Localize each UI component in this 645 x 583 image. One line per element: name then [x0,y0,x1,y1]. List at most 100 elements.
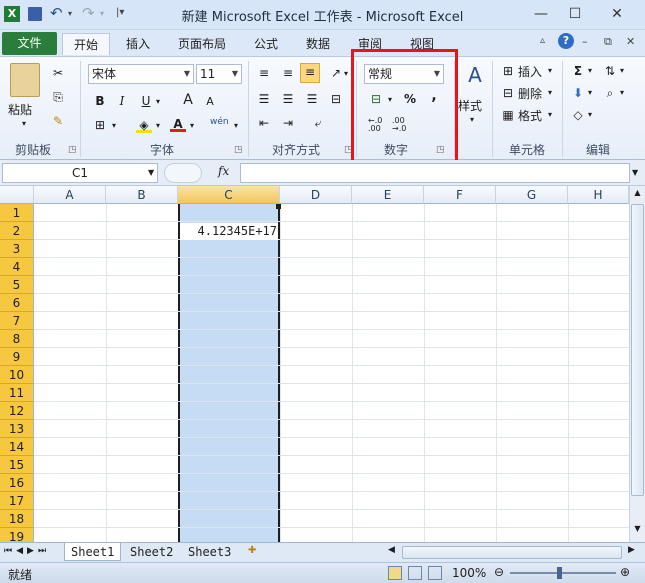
vertical-scrollbar[interactable]: ▲ ▼ [629,186,645,542]
fill-color-icon[interactable]: ◈ [136,117,152,133]
underline-button[interactable]: U [138,93,154,109]
fill-dropdown-icon[interactable]: ▾ [588,88,592,97]
row-header-9[interactable]: 9 [0,348,34,366]
page-break-view-icon[interactable] [428,566,442,580]
column-header-a[interactable]: A [34,186,106,204]
page-layout-view-icon[interactable] [408,566,422,580]
row-header-12[interactable]: 12 [0,402,34,420]
maximize-button[interactable]: ☐ [558,2,592,26]
format-cells-icon[interactable]: ▦ [500,107,516,123]
paste-button[interactable]: 粘贴 [8,101,32,118]
row-header-11[interactable]: 11 [0,384,34,402]
row-header-7[interactable]: 7 [0,312,34,330]
doc-close-button[interactable]: ✕ [626,35,635,48]
insert-dropdown-icon[interactable]: ▾ [548,66,552,75]
underline-dropdown-icon[interactable]: ▾ [156,97,160,106]
close-button[interactable]: ✕ [600,2,634,26]
column-header-f[interactable]: F [424,186,496,204]
align-bottom-icon[interactable]: ≡ [300,63,320,83]
autosum-button[interactable]: Σ [570,63,586,79]
paste-dropdown-icon[interactable]: ▾ [22,119,26,128]
tab-page-layout[interactable]: 页面布局 [170,33,234,55]
borders-icon[interactable]: ⊞ [92,117,108,133]
column-header-b[interactable]: B [106,186,178,204]
orientation-icon[interactable]: ↗ [328,65,344,81]
insert-cells-icon[interactable]: ⊞ [500,63,516,79]
column-header-e[interactable]: E [352,186,424,204]
row-header-2[interactable]: 2 [0,222,34,240]
formula-input[interactable] [240,163,630,183]
align-center-icon[interactable]: ☰ [280,91,296,107]
column-header-h[interactable]: H [568,186,629,204]
delete-dropdown-icon[interactable]: ▾ [548,88,552,97]
align-middle-icon[interactable]: ≡ [280,65,296,81]
column-header-g[interactable]: G [496,186,568,204]
normal-view-icon[interactable] [388,566,402,580]
row-header-17[interactable]: 17 [0,492,34,510]
borders-dropdown-icon[interactable]: ▾ [112,121,116,130]
wrap-text-icon[interactable]: ⤶ [310,115,326,131]
zoom-slider-track[interactable] [510,572,616,574]
styles-icon[interactable]: A [462,63,488,89]
name-box-dropdown-icon[interactable]: ▼ [148,168,154,177]
delete-cells-button[interactable]: 删除 [518,85,542,102]
phonetic-dropdown-icon[interactable]: ▾ [234,121,238,130]
column-header-d[interactable]: D [280,186,352,204]
row-header-13[interactable]: 13 [0,420,34,438]
cell-c2[interactable]: 4.12345E+17 [180,223,278,240]
font-name-combo[interactable]: 宋体 ▼ [88,64,194,84]
row-header-4[interactable]: 4 [0,258,34,276]
doc-restore-button[interactable]: ⧉ [604,35,612,49]
font-color-icon[interactable]: A [170,116,186,132]
fill-handle[interactable] [276,204,281,209]
formula-bar-resize-handle[interactable] [164,163,202,183]
fill-color-dropdown-icon[interactable]: ▾ [156,121,160,130]
styles-button[interactable]: 样式 [458,97,482,114]
minimize-button[interactable]: — [524,2,558,26]
bold-button[interactable]: B [92,93,108,109]
grow-font-button[interactable]: A [180,92,196,108]
clear-icon[interactable]: ◇ [570,107,586,123]
row-header-1[interactable]: 1 [0,204,34,222]
find-select-icon[interactable]: ⌕ [602,85,618,101]
copy-icon[interactable]: ⎘ [50,89,66,105]
clear-dropdown-icon[interactable]: ▾ [588,110,592,119]
clipboard-launcher-icon[interactable]: ◳ [68,145,77,155]
row-header-18[interactable]: 18 [0,510,34,528]
tab-home[interactable]: 开始 [62,33,110,55]
sheet-tab-1[interactable]: Sheet1 [64,543,122,561]
row-header-14[interactable]: 14 [0,438,34,456]
row-header-5[interactable]: 5 [0,276,34,294]
help-icon[interactable]: ? [558,33,574,49]
sheet-tab-2[interactable]: Sheet2 [124,543,179,561]
styles-dropdown-icon[interactable]: ▾ [470,115,474,124]
align-top-icon[interactable]: ≡ [256,65,272,81]
sheet-tab-3[interactable]: Sheet3 [182,543,237,561]
insert-cells-button[interactable]: 插入 [518,63,542,80]
row-header-3[interactable]: 3 [0,240,34,258]
font-size-combo[interactable]: 11 ▼ [196,64,242,84]
select-all-corner[interactable] [0,186,34,204]
scroll-up-icon[interactable]: ▲ [631,188,644,202]
horizontal-scroll-thumb[interactable] [402,546,622,559]
row-header-16[interactable]: 16 [0,474,34,492]
zoom-out-button[interactable]: ⊖ [494,565,504,579]
tab-file[interactable]: 文件 [2,32,57,55]
paste-icon[interactable] [10,63,40,97]
find-dropdown-icon[interactable]: ▾ [620,88,624,97]
tab-insert[interactable]: 插入 [118,33,158,55]
worksheet-grid[interactable]: A B C D E F G H 1 2 3 4 5 6 7 8 9 10 11 12 13 14 15 16 1… [0,186,629,542]
zoom-level[interactable]: 100% [452,566,486,580]
name-box[interactable]: C1 [2,163,158,183]
row-header-10[interactable]: 10 [0,366,34,384]
doc-minimize-button[interactable]: – [582,35,588,48]
zoom-slider-thumb[interactable] [557,567,562,579]
cut-icon[interactable]: ✂ [50,65,66,81]
collapse-ribbon-icon[interactable]: ▵ [540,35,545,46]
align-left-icon[interactable]: ☰ [256,91,272,107]
scroll-down-icon[interactable]: ▼ [631,524,644,538]
row-header-15[interactable]: 15 [0,456,34,474]
phonetic-guide-button[interactable]: wén [210,117,229,127]
sort-filter-icon[interactable]: ⇅ [602,63,618,79]
fill-icon[interactable]: ⬇ [570,85,586,101]
